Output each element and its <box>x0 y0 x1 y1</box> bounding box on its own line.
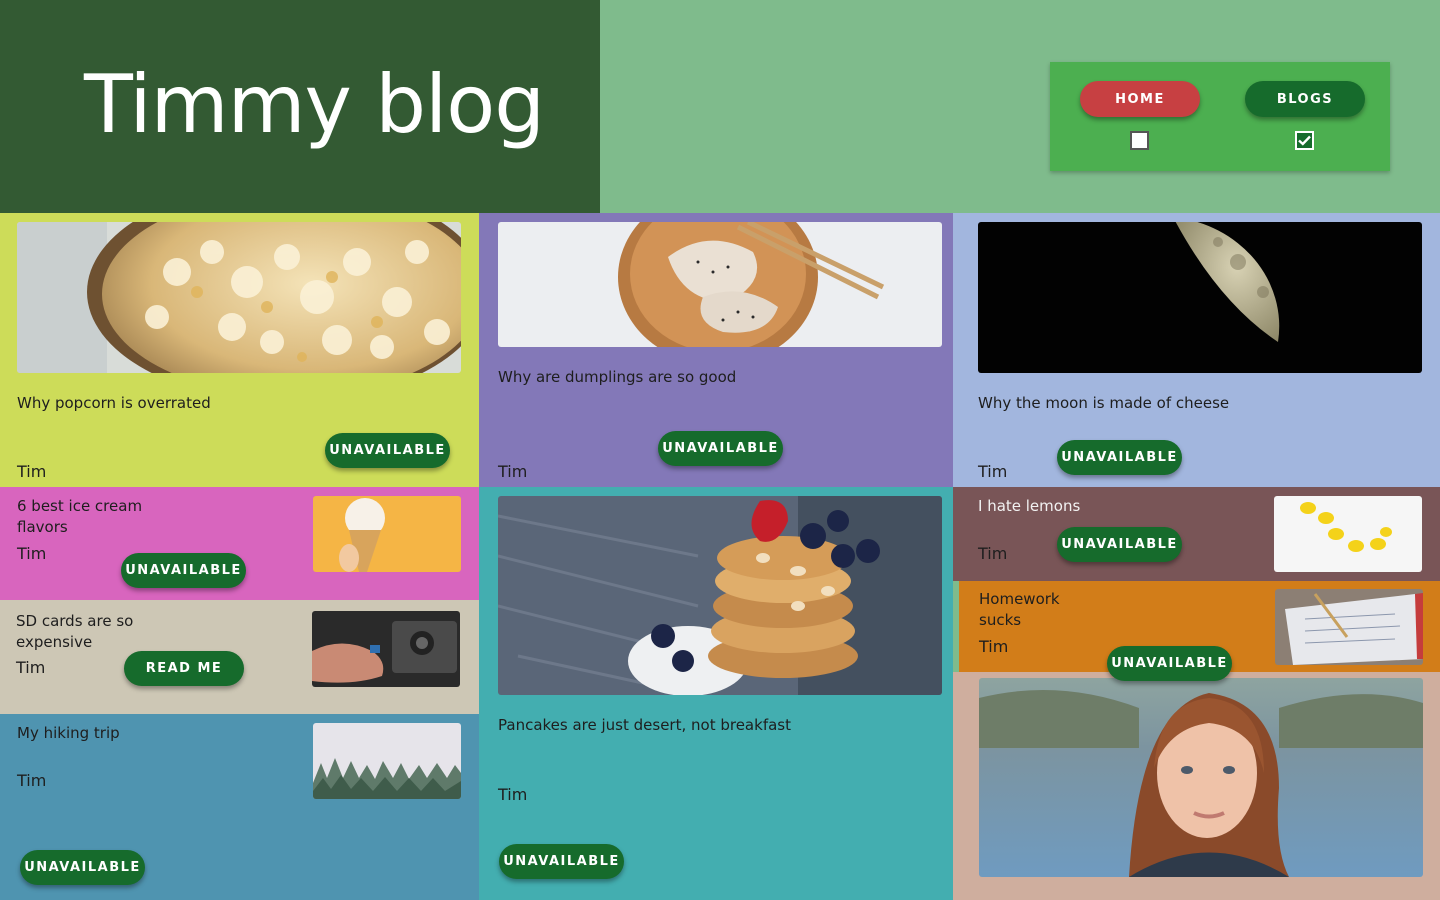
post-author: Tim <box>978 462 1008 481</box>
post-title[interactable]: 6 best ice cream flavors <box>17 496 167 538</box>
post-author: Tim <box>498 462 528 481</box>
unavailable-button[interactable]: UNAVAILABLE <box>658 431 783 466</box>
post-card-popcorn[interactable]: Why popcorn is overrated UNAVAILABLE Tim <box>0 213 479 487</box>
home-button[interactable]: HOME <box>1080 81 1200 117</box>
post-author: Tim <box>979 637 1009 656</box>
notebook-image <box>1275 589 1423 665</box>
unavailable-button[interactable]: UNAVAILABLE <box>1057 527 1182 562</box>
post-card-dumplings[interactable]: Why are dumplings are so good UNAVAILABL… <box>479 213 953 487</box>
post-author: Tim <box>17 544 47 563</box>
unavailable-button[interactable]: UNAVAILABLE <box>1057 440 1182 475</box>
popcorn-image <box>17 222 461 373</box>
post-card-hiking[interactable]: My hiking trip Tim UNAVAILABLE <box>0 714 479 900</box>
page-title: Timmy blog <box>84 58 545 151</box>
home-checkbox[interactable] <box>1130 131 1149 150</box>
unavailable-button[interactable]: UNAVAILABLE <box>499 844 624 879</box>
post-card-pancakes[interactable]: Pancakes are just desert, not breakfast … <box>479 487 953 900</box>
unavailable-button[interactable]: UNAVAILABLE <box>1107 646 1232 681</box>
read-me-button[interactable]: READ ME <box>124 651 244 686</box>
post-card-moon[interactable]: Why the moon is made of cheese UNAVAILAB… <box>953 213 1440 487</box>
nav-panel: HOME BLOGS <box>1050 62 1390 171</box>
post-title[interactable]: Why are dumplings are so good <box>498 367 736 388</box>
post-card-sd-cards[interactable]: SD cards are so expensive Tim READ ME <box>0 600 479 714</box>
portrait-image <box>979 678 1423 877</box>
post-author: Tim <box>17 771 47 790</box>
post-author: Tim <box>17 462 47 481</box>
post-title[interactable]: Why popcorn is overrated <box>17 393 211 414</box>
post-author: Tim <box>16 658 46 677</box>
post-title[interactable]: My hiking trip <box>17 723 120 744</box>
post-card-ice-cream[interactable]: 6 best ice cream flavors Tim UNAVAILABLE <box>0 487 479 600</box>
post-author: Tim <box>498 785 528 804</box>
post-title[interactable]: Homework sucks <box>979 589 1079 631</box>
dumplings-image <box>498 222 942 347</box>
unavailable-button[interactable]: UNAVAILABLE <box>121 553 246 588</box>
camera-image <box>312 611 460 687</box>
blogs-button[interactable]: BLOGS <box>1245 81 1365 117</box>
pancakes-image <box>498 496 942 695</box>
post-title[interactable]: Pancakes are just desert, not breakfast <box>498 715 791 736</box>
ice-cream-image <box>313 496 461 572</box>
unavailable-button[interactable]: UNAVAILABLE <box>325 433 450 468</box>
blogs-checkbox[interactable] <box>1295 131 1314 150</box>
forest-image <box>313 723 461 799</box>
post-title[interactable]: SD cards are so expensive <box>16 611 166 653</box>
lemons-image <box>1274 496 1422 572</box>
post-card-portrait[interactable] <box>953 672 1440 900</box>
post-title[interactable]: Why the moon is made of cheese <box>978 393 1229 414</box>
checkmark-icon <box>1298 135 1311 146</box>
post-card-lemons[interactable]: I hate lemons Tim UNAVAILABLE <box>953 487 1440 581</box>
moon-image <box>978 222 1422 373</box>
title-panel: Timmy blog <box>0 0 600 213</box>
post-title[interactable]: I hate lemons <box>978 496 1080 517</box>
unavailable-button[interactable]: UNAVAILABLE <box>20 850 145 885</box>
post-author: Tim <box>978 544 1008 563</box>
